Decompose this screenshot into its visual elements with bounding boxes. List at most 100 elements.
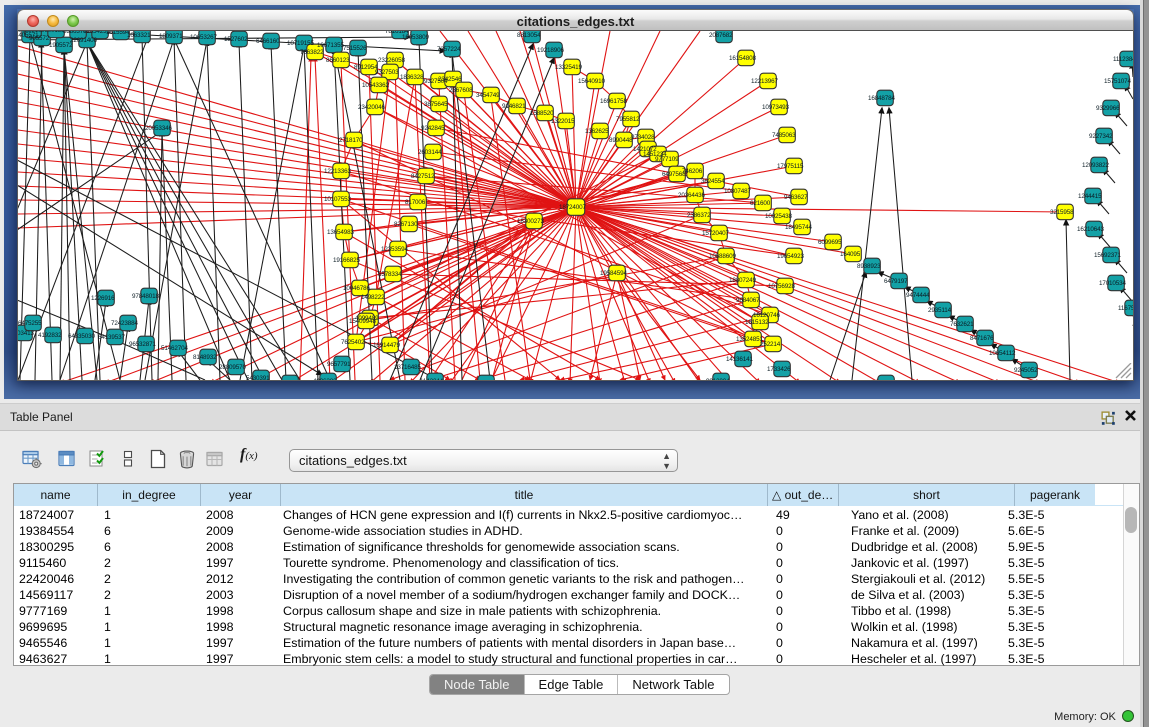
svg-text:0433218: 0433218 (18, 31, 42, 34)
svg-text:1733426: 1733426 (767, 366, 791, 373)
svg-text:7632621: 7632621 (950, 321, 974, 328)
svg-text:12213967: 12213967 (751, 78, 778, 85)
svg-text:15751074: 15751074 (1104, 78, 1131, 85)
svg-text:8148932: 8148932 (193, 354, 217, 361)
svg-text:8471676: 8471676 (970, 335, 994, 342)
svg-text:20053346: 20053346 (145, 125, 172, 132)
svg-text:6099695: 6099695 (818, 239, 842, 246)
svg-text:2367608: 2367608 (449, 87, 473, 94)
svg-text:1362625: 1362625 (585, 128, 609, 135)
svg-text:2386372: 2386372 (687, 212, 711, 219)
svg-text:18807249: 18807249 (729, 277, 756, 284)
svg-text:6479197: 6479197 (884, 278, 908, 285)
svg-text:7182278: 7182278 (275, 380, 299, 381)
svg-text:15692371: 15692371 (1094, 252, 1121, 259)
svg-text:16053809: 16053809 (402, 34, 429, 41)
svg-text:10654112: 10654112 (989, 350, 1016, 357)
svg-text:12093822: 12093822 (1082, 162, 1109, 169)
svg-text:10653267: 10653267 (190, 34, 217, 41)
svg-text:5578334: 5578334 (378, 271, 402, 278)
svg-text:10543362: 10543362 (362, 82, 389, 89)
svg-text:3624554: 3624554 (701, 178, 725, 185)
svg-text:13325419: 13325419 (555, 64, 582, 71)
svg-text:1226916: 1226916 (91, 295, 115, 302)
svg-text:19584594: 19584594 (600, 270, 627, 277)
svg-text:1527602: 1527602 (224, 36, 248, 43)
svg-text:2935114: 2935114 (928, 307, 952, 314)
svg-text:905572: 905572 (29, 35, 50, 42)
svg-text:1142344: 1142344 (420, 378, 444, 381)
svg-text:8123345: 8123345 (871, 380, 895, 381)
svg-text:8938923: 8938923 (857, 263, 881, 270)
svg-text:817006: 817006 (405, 199, 426, 206)
svg-text:1244415: 1244415 (1078, 193, 1102, 200)
svg-text:9245052: 9245052 (1014, 367, 1038, 374)
svg-text:13716485: 13716485 (394, 364, 421, 371)
svg-text:164095: 164095 (840, 251, 861, 258)
svg-text:9463627: 9463627 (784, 194, 808, 201)
svg-text:10973493: 10973493 (762, 104, 789, 111)
svg-text:1322015: 1322015 (551, 118, 575, 125)
svg-text:15720407: 15720407 (702, 230, 729, 237)
svg-text:23226058: 23226058 (378, 57, 405, 64)
svg-text:10025438: 10025438 (765, 213, 792, 220)
svg-text:64139537: 64139537 (98, 334, 125, 341)
svg-text:18300273: 18300273 (517, 218, 544, 225)
svg-text:10719155: 10719155 (287, 40, 314, 47)
svg-text:28809570: 28809570 (219, 364, 246, 371)
svg-text:9734028: 9734028 (631, 134, 655, 141)
svg-text:1063321: 1063321 (127, 32, 151, 39)
svg-text:7625402: 7625402 (341, 339, 365, 346)
svg-text:12353594: 12353594 (381, 246, 408, 253)
svg-text:18724007: 18724007 (559, 204, 586, 211)
svg-text:20364436: 20364436 (678, 192, 705, 199)
svg-text:9329966: 9329966 (1096, 105, 1120, 112)
svg-text:7955812: 7955812 (616, 116, 640, 123)
svg-text:1836328: 1836328 (400, 74, 424, 81)
svg-text:9912004: 9912004 (706, 378, 730, 381)
svg-text:14136141: 14136141 (726, 356, 753, 363)
svg-text:3215958: 3215958 (1050, 209, 1074, 216)
svg-text:17010534: 17010534 (1099, 280, 1126, 287)
svg-text:7663822: 7663822 (300, 49, 324, 56)
svg-text:9242845: 9242845 (421, 125, 445, 132)
svg-text:9474444: 9474444 (906, 292, 930, 299)
svg-text:13654983: 13654983 (327, 229, 354, 236)
svg-text:1615594: 1615594 (106, 31, 130, 36)
svg-text:8660123: 8660123 (326, 57, 350, 64)
svg-text:16914479: 16914479 (373, 342, 400, 349)
svg-text:621600: 621600 (750, 200, 771, 207)
svg-text:2718170: 2718170 (339, 137, 363, 144)
svg-text:1498222: 1498222 (361, 294, 385, 301)
svg-text:16120746: 16120746 (753, 312, 780, 319)
svg-text:5430391: 5430391 (246, 375, 270, 381)
svg-text:9684067: 9684067 (736, 297, 760, 304)
svg-text:19166825: 19166825 (333, 257, 360, 264)
svg-text:9146821: 9146821 (502, 103, 526, 110)
svg-text:3875645: 3875645 (424, 101, 448, 108)
svg-text:8820411: 8820411 (471, 380, 495, 381)
svg-text:96532871: 96532871 (129, 341, 156, 348)
svg-text:9227342: 9227342 (1089, 133, 1113, 140)
svg-text:16210643: 16210643 (1077, 226, 1104, 233)
svg-text:10671355: 10671355 (317, 42, 344, 49)
svg-text:6475255: 6475255 (18, 320, 42, 327)
svg-text:8990448: 8990448 (609, 137, 633, 144)
svg-text:22691406: 22691406 (70, 37, 97, 44)
svg-text:10688609: 10688609 (709, 253, 736, 260)
svg-text:16848784: 16848784 (868, 95, 895, 102)
svg-text:15640910: 15640910 (578, 78, 605, 85)
svg-text:93103413: 93103413 (18, 330, 34, 337)
svg-text:2603144: 2603144 (418, 149, 442, 156)
svg-text:10046786: 10046786 (343, 285, 370, 292)
svg-text:72423884: 72423884 (111, 320, 138, 327)
svg-text:19218906: 19218906 (537, 47, 564, 54)
svg-text:7515526: 7515526 (343, 45, 367, 52)
svg-text:17975115: 17975115 (777, 163, 804, 170)
svg-text:10107553: 10107553 (324, 196, 351, 203)
svg-text:7357224: 7357224 (437, 46, 461, 53)
svg-text:4896383: 4896383 (313, 378, 337, 381)
svg-text:9657791: 9657791 (327, 361, 351, 368)
svg-text:1167534: 1167534 (1118, 305, 1133, 312)
svg-text:3454749: 3454749 (476, 92, 500, 99)
